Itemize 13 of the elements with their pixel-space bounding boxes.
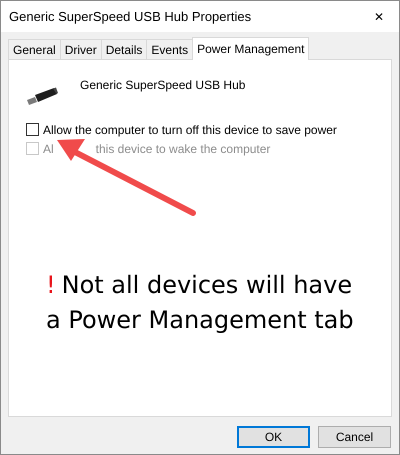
- window-title: Generic SuperSpeed USB Hub Properties: [9, 9, 252, 24]
- device-name: Generic SuperSpeed USB Hub: [80, 78, 246, 92]
- dialog-button[interactable]: OK: [237, 426, 310, 448]
- checkbox-label: this device to wake the computer: [96, 142, 270, 156]
- checkbox-label: Al: [43, 142, 54, 156]
- note-text: ! Not all devices will have a Power Management tab: [46, 270, 355, 336]
- checkbox[interactable]: [26, 123, 39, 136]
- usb-plug-icon: [26, 86, 58, 106]
- dialog-button[interactable]: Cancel: [318, 426, 391, 448]
- close-button[interactable]: ✕: [359, 1, 399, 32]
- tab[interactable]: General: [8, 39, 61, 59]
- checkbox-label: Allow the computer to turn off this device to save power: [43, 122, 337, 136]
- tab[interactable]: Power Management: [192, 37, 310, 60]
